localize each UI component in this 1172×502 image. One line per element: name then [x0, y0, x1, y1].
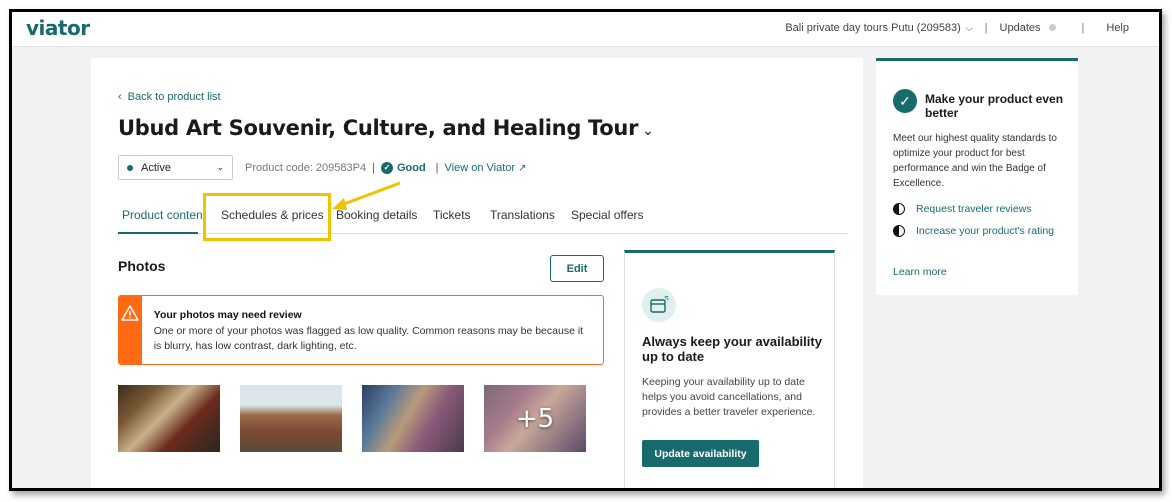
check-circle-icon: ✓ — [380, 161, 393, 174]
photo-thumbnail-more[interactable]: +5 — [484, 385, 586, 452]
notification-dot-icon — [1048, 24, 1056, 31]
divider: | — [984, 22, 988, 34]
updates-label: Updates — [999, 22, 1041, 34]
quality-badge: ✓ Good — [380, 161, 426, 174]
learn-more-link[interactable]: Learn more — [893, 266, 947, 278]
tips-description: Meet our highest quality standards to op… — [893, 133, 1057, 189]
chevron-down-icon: ⌄ — [642, 123, 654, 139]
back-link-label: Back to product list — [127, 91, 221, 103]
viator-logo[interactable]: viator — [26, 16, 90, 40]
availability-description: Keeping your availability up to date hel… — [642, 376, 816, 418]
active-tab-indicator — [118, 232, 198, 234]
photo-review-alert: Your photos may need review One or more … — [118, 295, 604, 365]
view-on-viator-link[interactable]: View on Viator ↗ — [445, 162, 527, 174]
request-reviews-link[interactable]: Request traveler reviews — [893, 203, 1032, 215]
product-code: Product code: 209583P4 — [245, 161, 367, 174]
help-link[interactable]: Help — [1106, 22, 1129, 34]
more-photos-count: +5 — [515, 403, 555, 434]
product-editor-card: ‹ Back to product list Ubud Art Souvenir… — [91, 58, 863, 488]
alert-icon-strip — [119, 296, 142, 364]
status-dropdown[interactable]: Active ⌄ — [118, 155, 233, 180]
divider: | — [372, 161, 375, 174]
warning-icon — [121, 305, 140, 321]
tab-product-content[interactable]: Product content — [122, 208, 206, 222]
chevron-down-icon: ⌄ — [216, 162, 224, 172]
quality-tips-card: ✓ Make your product even better Meet our… — [876, 58, 1078, 295]
edit-photos-button[interactable]: Edit — [550, 255, 604, 282]
photo-thumbnails: +5 — [118, 385, 606, 452]
alert-title: Your photos may need review — [153, 309, 302, 321]
increase-rating-label: Increase your product's rating — [916, 225, 1054, 237]
top-nav-links: Bali private day tours Putu (209583) ⌵ | … — [785, 22, 1129, 34]
alert-text: One or more of your photos was flagged a… — [153, 325, 584, 352]
photo-thumbnail[interactable] — [118, 385, 220, 452]
updates-link[interactable]: Updates — [1000, 22, 1056, 34]
chevron-left-icon: ‹ — [118, 91, 122, 103]
increase-rating-link[interactable]: Increase your product's rating — [893, 225, 1054, 237]
photo-thumbnail[interactable] — [362, 385, 464, 452]
back-to-product-list-link[interactable]: ‹ Back to product list — [118, 91, 221, 103]
divider: | — [435, 161, 439, 174]
alert-body: Your photos may need review One or more … — [142, 296, 603, 364]
tab-booking-details[interactable]: Booking details — [336, 208, 417, 222]
highlight-annotation-box — [203, 193, 331, 241]
quality-label: Good — [396, 161, 426, 174]
status-value: Active — [141, 161, 171, 174]
photos-section-title: Photos — [118, 258, 166, 274]
half-circle-icon — [893, 203, 905, 215]
request-reviews-label: Request traveler reviews — [916, 203, 1032, 215]
divider: | — [1081, 22, 1085, 34]
top-navigation-bar: viator Bali private day tours Putu (2095… — [12, 12, 1159, 47]
status-dot-icon — [127, 164, 133, 171]
app-window: viator Bali private day tours Putu (2095… — [9, 9, 1162, 491]
tab-special-offers[interactable]: Special offers — [571, 208, 644, 222]
check-circle-icon: ✓ — [893, 89, 917, 113]
product-title[interactable]: Ubud Art Souvenir, Culture, and Healing … — [118, 116, 654, 140]
half-circle-icon — [893, 225, 905, 237]
account-name: Bali private day tours Putu (209583) — [785, 22, 961, 34]
calendar-icon — [642, 288, 676, 322]
view-link-label: View on Viator — [444, 161, 516, 174]
availability-title: Always keep your availability up to date — [642, 334, 822, 364]
tips-title: Make your product even better — [925, 92, 1064, 120]
chevron-down-icon: ⌵ — [965, 23, 973, 33]
external-link-icon: ↗ — [518, 162, 527, 174]
availability-card: Always keep your availability up to date… — [624, 250, 835, 488]
update-availability-button[interactable]: Update availability — [642, 440, 759, 467]
tab-translations[interactable]: Translations — [490, 208, 555, 222]
account-switcher[interactable]: Bali private day tours Putu (209583) ⌵ — [785, 22, 972, 34]
photo-thumbnail[interactable] — [240, 385, 342, 452]
tab-tickets[interactable]: Tickets — [433, 208, 471, 222]
product-title-text: Ubud Art Souvenir, Culture, and Healing … — [118, 116, 639, 140]
product-status-row: Active ⌄ Product code: 209583P4 | ✓ Good… — [118, 155, 527, 180]
